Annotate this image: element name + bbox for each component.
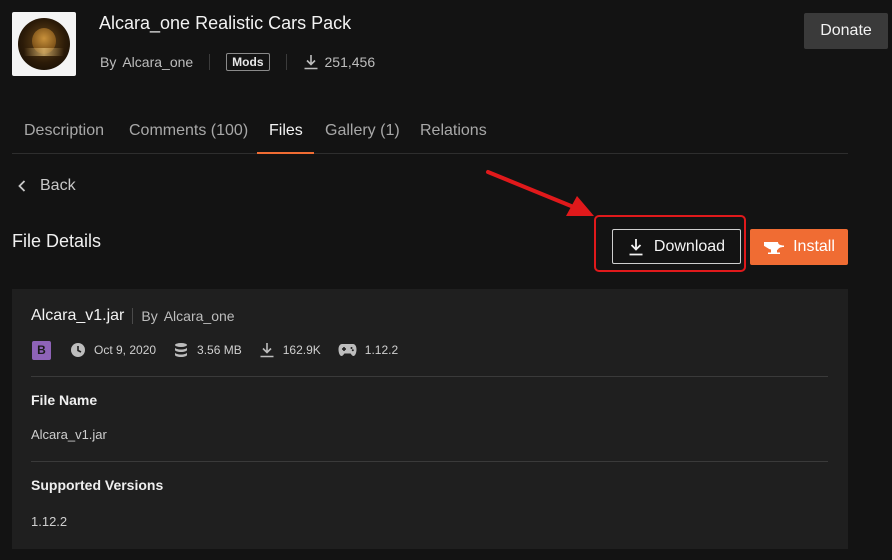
file-downloads: 162.9K: [259, 342, 321, 358]
by-label: By: [141, 308, 158, 324]
divider: [132, 308, 134, 324]
file-size-value: 3.56 MB: [197, 343, 242, 357]
donate-button[interactable]: Donate: [804, 13, 888, 49]
divider: [31, 376, 828, 377]
chevron-left-icon: [18, 180, 40, 192]
database-icon: [173, 342, 197, 358]
author-link[interactable]: Alcara_one: [122, 54, 193, 70]
back-link[interactable]: Back: [18, 177, 76, 195]
file-downloads-value: 162.9K: [282, 343, 321, 357]
project-logo-image: [18, 18, 70, 70]
file-heading: Alcara_v1.jar By Alcara_one: [31, 307, 235, 325]
download-icon: [303, 54, 319, 70]
download-label: Download: [653, 237, 726, 255]
tab-relations[interactable]: Relations: [420, 122, 487, 140]
install-button[interactable]: Install: [750, 229, 848, 265]
tab-bar: Description Comments (100) Files Gallery…: [12, 116, 848, 154]
category-badge[interactable]: Mods: [226, 53, 270, 71]
supported-versions-label: Supported Versions: [31, 477, 164, 493]
download-button[interactable]: Download: [612, 229, 741, 264]
red-arrow-icon: [480, 166, 600, 227]
by-label: By: [100, 54, 117, 70]
divider: [285, 54, 287, 70]
project-meta: By Alcara_one Mods 251,456: [100, 52, 375, 72]
tab-comments[interactable]: Comments (100): [129, 122, 248, 140]
game-version: 1.12.2: [338, 343, 398, 357]
anvil-icon: [763, 240, 793, 254]
file-card: Alcara_v1.jar By Alcara_one B Oct 9, 202…: [12, 289, 848, 549]
file-name: Alcara_v1.jar: [31, 307, 125, 324]
active-tab-indicator: [257, 152, 314, 154]
tab-gallery[interactable]: Gallery (1): [325, 122, 400, 140]
install-label: Install: [793, 238, 835, 255]
upload-date: Oct 9, 2020: [70, 342, 156, 358]
file-name-value: Alcara_v1.jar: [31, 427, 107, 442]
upload-date-value: Oct 9, 2020: [94, 343, 157, 357]
file-size: 3.56 MB: [173, 342, 242, 358]
download-icon: [628, 238, 654, 256]
clock-icon: [70, 342, 94, 358]
divider: [209, 54, 211, 70]
download-icon: [259, 342, 283, 358]
divider: [31, 461, 828, 462]
download-count: 251,456: [324, 54, 376, 70]
game-version-value: 1.12.2: [364, 343, 399, 357]
file-author-link[interactable]: Alcara_one: [164, 308, 235, 324]
file-name-label: File Name: [31, 392, 98, 408]
release-type-badge: B: [32, 340, 51, 360]
back-label: Back: [40, 177, 76, 194]
tab-description[interactable]: Description: [24, 122, 104, 140]
project-title: Alcara_one Realistic Cars Pack: [99, 13, 352, 33]
file-stats: B Oct 9, 2020 3.56 MB 162.9K 1.12.2: [32, 340, 398, 360]
tab-files[interactable]: Files: [269, 122, 303, 140]
project-logo: [12, 12, 76, 76]
supported-versions-value: 1.12.2: [31, 514, 68, 529]
file-details-title: File Details: [12, 231, 102, 251]
gamepad-icon: [338, 343, 365, 357]
